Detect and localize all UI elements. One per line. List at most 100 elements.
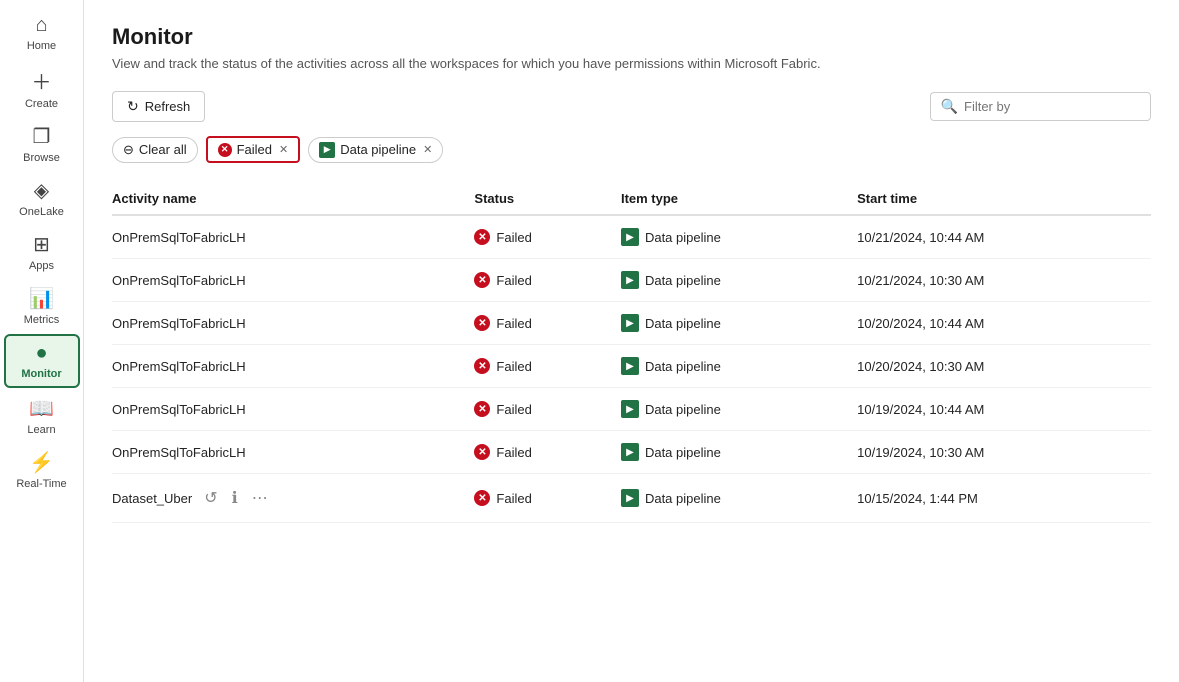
- status-cell: ✕Failed: [474, 302, 621, 345]
- failed-status-icon: ✕: [474, 401, 490, 417]
- failed-status-icon: ✕: [474, 315, 490, 331]
- browse-icon: ❐: [33, 124, 51, 149]
- pipeline-chip-label: Data pipeline: [340, 142, 416, 157]
- failed-chip-close-icon[interactable]: ✕: [279, 143, 288, 156]
- table-row: OnPremSqlToFabricLH ✕Failed ▶Data pipeline…: [112, 431, 1151, 474]
- status-text: Failed: [496, 359, 531, 374]
- sidebar-item-onelake[interactable]: ◈OneLake: [4, 172, 80, 224]
- item-type-cell: ▶Data pipeline: [621, 431, 857, 474]
- status-cell: ✕Failed: [474, 215, 621, 259]
- sidebar-item-realtime[interactable]: ⚡Real-Time: [4, 444, 80, 496]
- item-type-text: Data pipeline: [645, 359, 721, 374]
- filter-bar: ⊖ Clear all ✕ Failed ✕ ▶ Data pipeline ✕: [112, 136, 1151, 163]
- status-value: ✕Failed: [474, 358, 609, 374]
- activity-name: OnPremSqlToFabricLH: [112, 359, 246, 374]
- failed-dot-icon: ✕: [218, 143, 232, 157]
- activity-name-cell: OnPremSqlToFabricLH: [112, 345, 474, 388]
- sidebar-item-browse[interactable]: ❐Browse: [4, 118, 80, 170]
- item-type-text: Data pipeline: [645, 316, 721, 331]
- sidebar: ⌂Home＋Create❐Browse◈OneLake⊞Apps📊Metrics…: [0, 0, 84, 682]
- item-type-cell: ▶Data pipeline: [621, 259, 857, 302]
- status-value: ✕Failed: [474, 315, 609, 331]
- realtime-icon: ⚡: [29, 450, 54, 475]
- activity-name-cell: OnPremSqlToFabricLH: [112, 388, 474, 431]
- item-type-text: Data pipeline: [645, 491, 721, 506]
- table-row: OnPremSqlToFabricLH ✕Failed ▶ Data pipeline…: [112, 215, 1151, 259]
- activity-table: Activity name Status Item type Start tim…: [112, 183, 1151, 523]
- info-icon[interactable]: ℹ: [228, 486, 242, 510]
- status-value: ✕Failed: [474, 444, 609, 460]
- sidebar-label-metrics: Metrics: [24, 314, 59, 326]
- item-type-value: ▶Data pipeline: [621, 271, 845, 289]
- table-row: OnPremSqlToFabricLH✕Failed▶Data pipeline…: [112, 345, 1151, 388]
- sidebar-label-create: Create: [25, 98, 58, 110]
- data-pipeline-icon: ▶: [621, 400, 639, 418]
- page-subtitle: View and track the status of the activit…: [112, 56, 1151, 71]
- status-text: Failed: [496, 491, 531, 506]
- activity-cell: OnPremSqlToFabricLH: [112, 445, 462, 460]
- status-text: Failed: [496, 445, 531, 460]
- activity-cell: OnPremSqlToFabricLH: [112, 359, 462, 374]
- table-row: OnPremSqlToFabricLH✕ Failed ▶Data pipeline…: [112, 259, 1151, 302]
- page-title: Monitor: [112, 24, 1151, 50]
- activity-name: OnPremSqlToFabricLH: [112, 445, 246, 460]
- start-time-cell: 10/15/2024, 1:44 PM: [857, 474, 1151, 523]
- start-time-cell: 10/19/2024, 10:30 AM: [857, 431, 1151, 474]
- table-row: Dataset_Uber↺ℹ⋯✕Failed▶Data pipeline10/1…: [112, 474, 1151, 523]
- filter-input[interactable]: [964, 99, 1140, 114]
- table-body: OnPremSqlToFabricLH✕Failed▶Data pipeline…: [112, 215, 1151, 523]
- col-start-time: Start time: [857, 183, 1151, 215]
- activity-name: OnPremSqlToFabricLH: [112, 402, 246, 417]
- failed-status-icon: ✕: [474, 490, 490, 506]
- data-pipeline-icon: ▶: [621, 228, 639, 246]
- pipeline-filter-chip[interactable]: ▶ Data pipeline ✕: [308, 137, 443, 163]
- clear-all-chip[interactable]: ⊖ Clear all: [112, 137, 198, 163]
- search-icon: 🔍: [941, 98, 958, 115]
- item-type-text: Data pipeline: [645, 230, 721, 245]
- table-row: OnPremSqlToFabricLH✕Failed▶Data pipeline…: [112, 388, 1151, 431]
- pipeline-chip-close-icon[interactable]: ✕: [423, 143, 432, 156]
- filter-input-wrap[interactable]: 🔍: [930, 92, 1151, 121]
- item-type-text: Data pipeline: [645, 273, 721, 288]
- toolbar: ↻ Refresh 🔍: [112, 91, 1151, 122]
- table-row: OnPremSqlToFabricLH ✕Failed ▶Data pipeline…: [112, 302, 1151, 345]
- sidebar-label-learn: Learn: [27, 424, 55, 436]
- item-type-value: ▶Data pipeline: [621, 400, 845, 418]
- sidebar-item-learn[interactable]: 📖 Learn: [4, 390, 80, 442]
- sidebar-item-monitor[interactable]: ●Monitor: [4, 334, 80, 388]
- refresh-button[interactable]: ↻ Refresh: [112, 91, 205, 122]
- sidebar-item-apps[interactable]: ⊞Apps: [4, 226, 80, 278]
- rerun-icon[interactable]: ↺: [200, 486, 221, 510]
- col-status: Status: [474, 183, 621, 215]
- pipeline-icon-small: ▶: [319, 142, 335, 158]
- activity-name-cell: OnPremSqlToFabricLH: [112, 259, 474, 302]
- item-type-value: ▶ Data pipeline: [621, 228, 845, 246]
- start-time-cell: 10/21/2024, 10:44 AM: [857, 215, 1151, 259]
- sidebar-item-metrics[interactable]: 📊Metrics: [4, 280, 80, 332]
- clear-all-label: Clear all: [139, 142, 187, 157]
- sidebar-item-create[interactable]: ＋Create: [4, 60, 80, 116]
- sidebar-label-monitor: Monitor: [21, 368, 61, 380]
- item-type-value: ▶Data pipeline: [621, 314, 845, 332]
- status-cell: ✕ Failed: [474, 259, 621, 302]
- learn-icon: 📖: [29, 396, 54, 421]
- start-time-cell: 10/21/2024, 10:30 AM: [857, 259, 1151, 302]
- more-icon[interactable]: ⋯: [248, 486, 272, 510]
- onelake-icon: ◈: [34, 178, 49, 203]
- status-value: ✕Failed: [474, 229, 609, 245]
- item-type-text: Data pipeline: [645, 445, 721, 460]
- start-time-cell: 10/20/2024, 10:44 AM: [857, 302, 1151, 345]
- status-value: ✕ Failed: [474, 490, 609, 506]
- activity-cell: OnPremSqlToFabricLH: [112, 230, 462, 245]
- failed-filter-chip[interactable]: ✕ Failed ✕: [206, 136, 301, 163]
- status-text: Failed: [496, 273, 531, 288]
- item-type-value: ▶ Data pipeline: [621, 489, 845, 507]
- item-type-cell: ▶Data pipeline: [621, 302, 857, 345]
- sidebar-item-home[interactable]: ⌂Home: [4, 8, 80, 58]
- activity-cell: OnPremSqlToFabricLH: [112, 316, 462, 331]
- data-pipeline-icon: ▶: [621, 489, 639, 507]
- failed-status-icon: ✕: [474, 272, 490, 288]
- activity-name-cell: OnPremSqlToFabricLH: [112, 302, 474, 345]
- failed-status-icon: ✕: [474, 229, 490, 245]
- sidebar-label-apps: Apps: [29, 260, 54, 272]
